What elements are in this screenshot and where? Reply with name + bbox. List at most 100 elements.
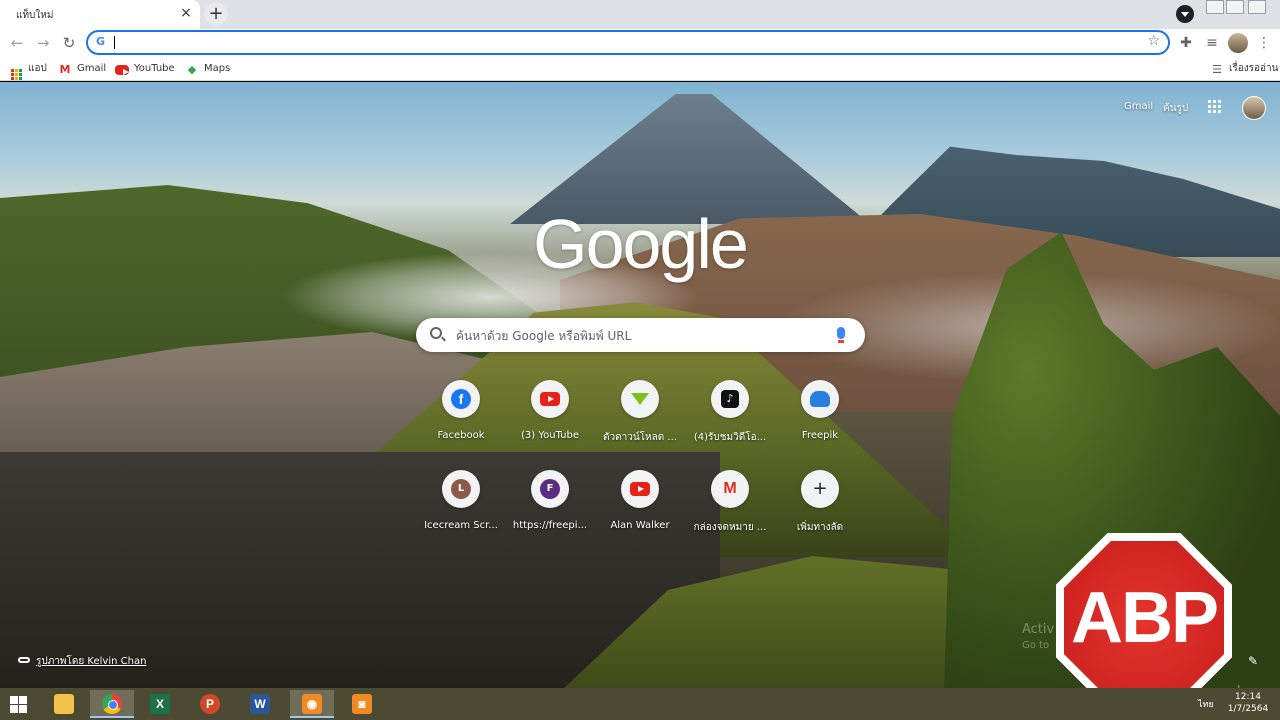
reading-list-button[interactable]: ☰ เรื่องรออ่าน [1210,61,1279,77]
bookmark-apps[interactable]: แอป [11,61,47,80]
add-shortcut-button[interactable]: + เพิ่มทางลัด [775,470,865,550]
shortcut-label: ตัวดาวน์โหลด ... [603,432,677,443]
shortcut-icecream[interactable]: L Icecream Scr... [416,470,506,550]
shortcut-downloader[interactable]: ตัวดาวน์โหลด ... [595,380,685,460]
taskbar-chrome[interactable] [90,690,134,718]
gmail-link[interactable]: Gmail [1124,101,1153,112]
window-close-icon[interactable] [1248,0,1266,14]
minimize-icon[interactable] [1206,0,1224,14]
taskbar-file-explorer[interactable] [42,690,86,718]
edit-icon[interactable]: ✎ [1248,654,1258,668]
google-icon: G [96,35,106,48]
tab-title: แท็บใหม่ [16,10,54,21]
ntp-search-box[interactable]: ค้นหาด้วย Google หรือพิมพ์ URL [416,318,865,352]
reading-list-icon[interactable]: ≡ [1202,33,1222,53]
clock-time: 12:14 [1235,692,1261,702]
shortcut-label: Alan Walker [610,520,670,531]
google-apps-icon[interactable] [1208,100,1221,113]
google-logo: Google [533,205,749,283]
taskbar-word[interactable]: W [238,690,282,718]
reading-list-icon: ☰ [1212,63,1222,76]
shortcut-label: เพิ่มทางลัด [796,522,844,533]
photo-credit-link[interactable]: รูปภาพโดย Kelvin Chan [18,654,146,669]
shortcut-inbox[interactable]: M กล่องจดหมาย ... [685,470,775,550]
star-icon[interactable]: ☆ [1147,33,1160,49]
close-icon[interactable]: × [178,5,194,21]
shortcut-youtube[interactable]: (3) YouTube [505,380,595,460]
browser-toolbar: ← → ↻ G ☆ ✚ ≡ ⋮ [0,29,1280,57]
clock-date: 1/7/2564 [1227,704,1269,714]
taskbar-screen-recorder-2[interactable]: ◙ [340,690,384,718]
shortcut-tiktok[interactable]: ♪ (4)รับชมวิดีโอ... [685,380,775,460]
bookmark-label: Gmail [77,63,107,74]
bookmark-gmail[interactable]: M Gmail [58,61,107,77]
shortcut-facebook[interactable]: f Facebook [416,380,506,460]
shortcut-label: Freepik [801,430,839,441]
youtube-icon [621,470,659,508]
shortcut-label: (4)รับชมวิดีโอ... [693,432,767,443]
tiktok-icon: ♪ [711,380,749,418]
taskbar-powerpoint[interactable]: P [188,690,232,718]
input-language[interactable]: ไทย [1198,697,1214,711]
activation-watermark: Activ [1022,622,1055,637]
new-tab-button[interactable]: + [204,3,228,25]
word-icon: W [250,694,270,714]
address-input[interactable] [112,33,1132,52]
plus-icon: + [801,470,839,508]
powerpoint-icon: P [200,694,220,714]
windows-start-icon[interactable] [10,696,27,713]
gmail-icon: M [711,470,749,508]
excel-icon: X [150,694,170,714]
search-icon [430,327,442,339]
youtube-icon [115,64,129,76]
menu-icon[interactable]: ⋮ [1254,33,1274,53]
letter-l-icon: L [442,470,480,508]
back-icon[interactable]: ← [6,32,28,54]
text-caret [114,36,115,49]
tab-search-icon[interactable] [1176,5,1194,23]
taskbar-excel[interactable]: X [138,690,182,718]
bookmark-label: YouTube [134,63,175,74]
bookmark-label: แอป [28,63,47,74]
taskbar-screen-recorder[interactable]: ◉ [290,690,334,718]
windows-taskbar: X P W ◉ ◙ ไทย 12:14 1/7/2564 [0,688,1280,720]
folder-icon [54,694,74,714]
maps-icon: ◆ [187,63,197,76]
extensions-icon[interactable]: ✚ [1176,33,1196,53]
reload-icon[interactable]: ↻ [58,32,80,54]
bookmark-maps[interactable]: ◆ Maps [185,61,231,77]
shortcut-freepik-link[interactable]: F https://freepi... [505,470,595,550]
activation-watermark-sub: Go to [1022,640,1050,651]
bookmark-youtube[interactable]: YouTube [115,61,175,77]
tab-new-tab[interactable]: แท็บใหม่ × [0,0,200,29]
shortcut-label: (3) YouTube [520,430,579,441]
photo-credit-text: รูปภาพโดย Kelvin Chan [36,656,147,667]
shortcut-freepik[interactable]: Freepik [775,380,865,460]
forward-icon[interactable]: → [32,32,54,54]
apps-grid-icon [11,69,22,80]
freepik-icon [801,380,839,418]
shortcut-label: Icecream Scr... [424,520,498,531]
shortcut-label: Facebook [437,430,485,441]
profile-avatar[interactable] [1228,33,1248,53]
camera-icon: ◙ [352,694,372,714]
gmail-icon: M [59,63,71,76]
images-link[interactable]: ค้นรูป [1163,101,1188,116]
adblock-plus-logo: ABP [1056,533,1232,709]
adblock-logo-text: ABP [1070,578,1219,658]
shortcut-label: กล่องจดหมาย ... [693,522,767,533]
chrome-icon [102,694,122,714]
reading-list-label: เรื่องรออ่าน [1229,63,1279,74]
bookmarks-bar: แอป M Gmail YouTube ◆ Maps ☰ เรื่องรออ่าน [0,57,1280,81]
recorder-icon: ◉ [302,694,322,714]
address-bar[interactable]: G ☆ [86,30,1170,55]
maximize-icon[interactable] [1226,0,1244,14]
shortcut-alan-walker[interactable]: Alan Walker [595,470,685,550]
adblock-stop-sign: ABP [1064,541,1224,701]
system-clock[interactable]: 12:14 1/7/2564 [1226,691,1270,715]
facebook-icon: f [442,380,480,418]
microphone-icon[interactable] [837,327,845,343]
account-avatar[interactable] [1242,96,1266,120]
search-placeholder: ค้นหาด้วย Google หรือพิมพ์ URL [456,329,632,343]
shortcut-label: https://freepi... [512,520,588,531]
